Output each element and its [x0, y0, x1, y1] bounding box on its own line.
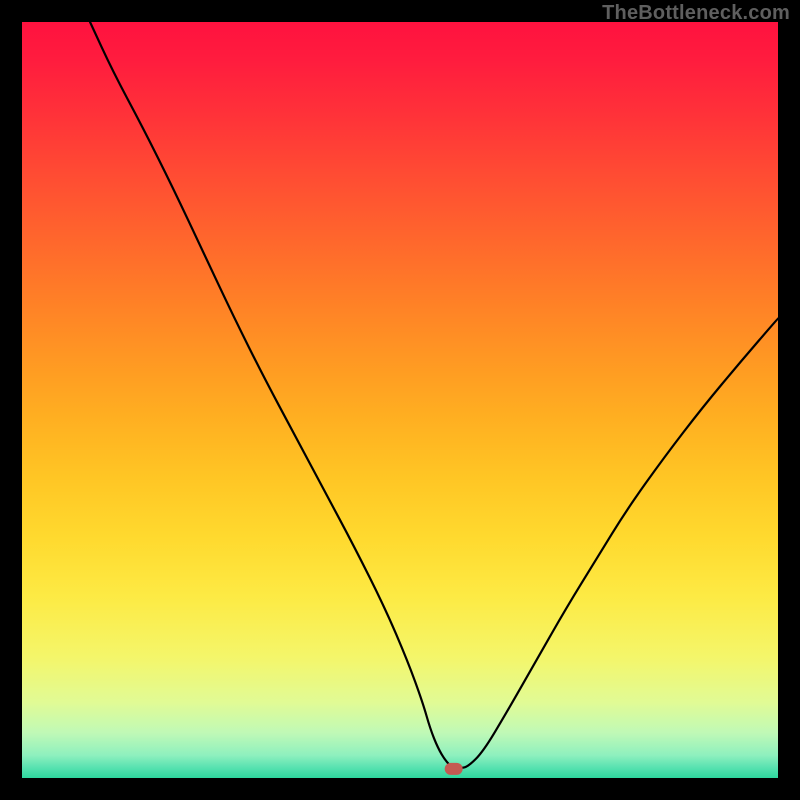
chart-background — [22, 22, 778, 778]
attribution-label: TheBottleneck.com — [602, 2, 790, 25]
chart-plot-area — [22, 22, 778, 778]
chart-frame: TheBottleneck.com — [0, 0, 800, 800]
min-marker — [445, 763, 463, 775]
chart-svg — [22, 22, 778, 778]
chart-markers — [445, 763, 463, 775]
